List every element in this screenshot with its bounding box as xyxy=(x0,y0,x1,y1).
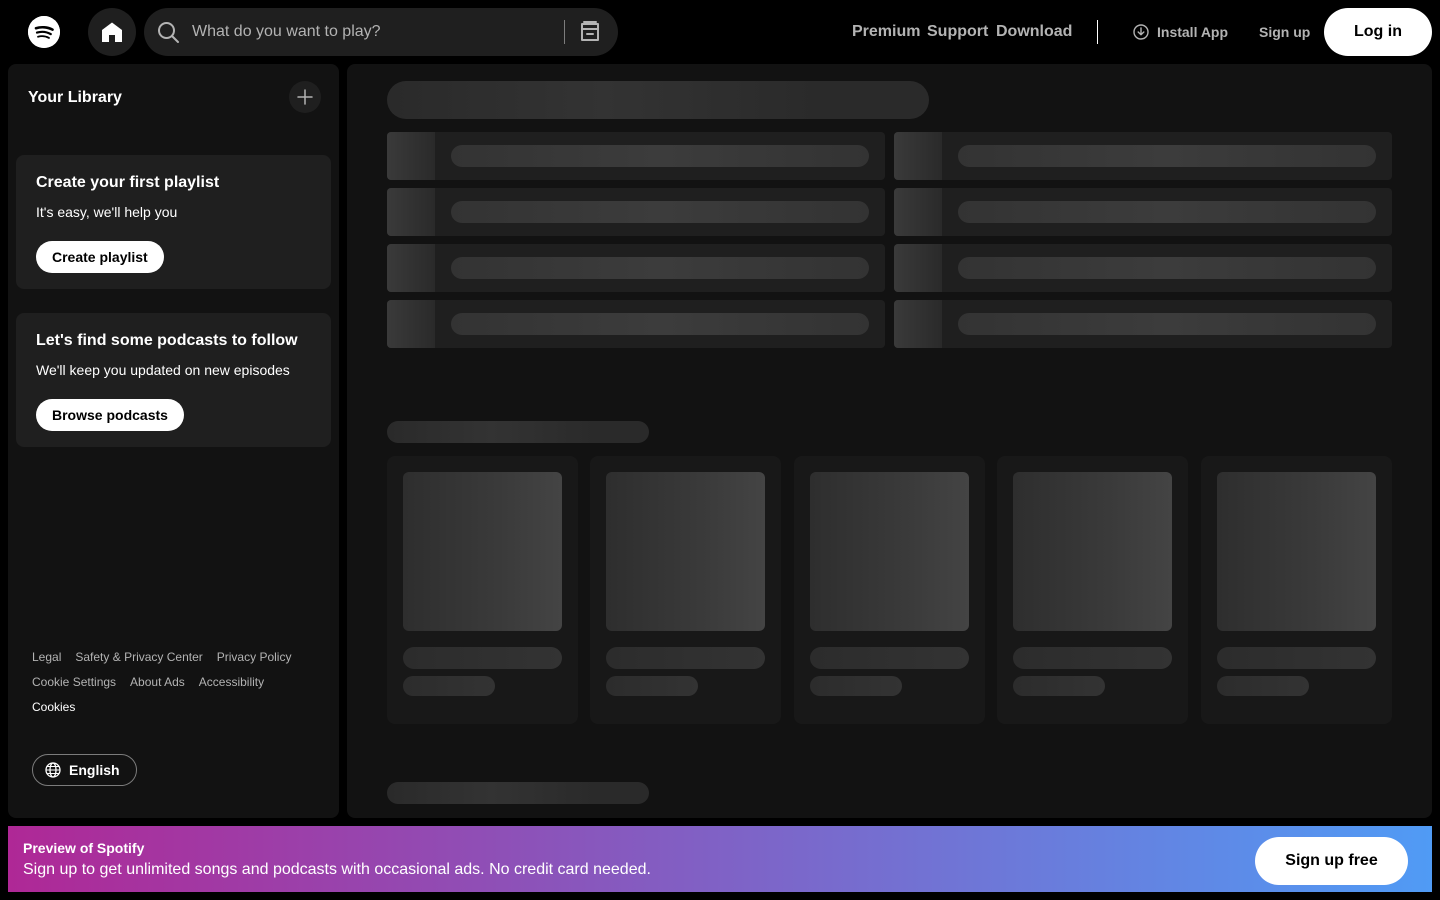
skeleton-row-card xyxy=(387,132,885,180)
home-icon xyxy=(102,22,122,42)
install-app-label: Install App xyxy=(1157,24,1229,40)
install-app-link[interactable]: Install App xyxy=(1133,22,1228,42)
search-bar[interactable] xyxy=(144,8,618,56)
skeleton-row-card xyxy=(387,300,885,348)
skeleton-card xyxy=(387,456,578,724)
skeleton-section-title xyxy=(387,421,649,443)
download-circle-icon xyxy=(1133,24,1149,40)
skeleton-section-title xyxy=(387,782,649,804)
banner-subtitle: Sign up to get unlimited songs and podca… xyxy=(23,861,651,878)
skeleton-row-card xyxy=(387,188,885,236)
log-in-button[interactable]: Log in xyxy=(1324,8,1432,56)
skeleton-heading xyxy=(387,81,929,119)
spotify-logo-icon[interactable] xyxy=(28,16,60,48)
skeleton-row-card xyxy=(894,300,1392,348)
browse-podcasts-title: Let's find some podcasts to follow xyxy=(36,332,298,349)
globe-icon xyxy=(45,762,61,778)
cookies-link[interactable]: Cookies xyxy=(32,700,75,715)
about-ads-link[interactable]: About Ads xyxy=(130,675,185,690)
browse-podcasts-button[interactable]: Browse podcasts xyxy=(36,399,184,431)
skeleton-card xyxy=(794,456,985,724)
skeleton-row-card xyxy=(387,244,885,292)
search-input[interactable] xyxy=(192,8,602,56)
safety-privacy-center-link[interactable]: Safety & Privacy Center xyxy=(75,650,202,665)
sign-up-free-button[interactable]: Sign up free xyxy=(1255,837,1408,885)
legal-links: Legal Safety & Privacy Center Privacy Po… xyxy=(32,650,322,725)
language-button[interactable]: English xyxy=(32,754,137,786)
accessibility-link[interactable]: Accessibility xyxy=(199,675,264,690)
skeleton-row-card xyxy=(894,132,1392,180)
main-content xyxy=(347,64,1432,818)
banner-title: Preview of Spotify xyxy=(23,840,145,856)
preview-banner[interactable]: Preview of Spotify Sign up to get unlimi… xyxy=(8,826,1432,892)
skeleton-row-card xyxy=(894,244,1392,292)
nav-divider xyxy=(1097,20,1098,44)
create-playlist-card: Create your first playlist It's easy, we… xyxy=(16,155,331,289)
browse-podcasts-card: Let's find some podcasts to follow We'll… xyxy=(16,313,331,447)
nav-premium-link[interactable]: Premium xyxy=(852,22,920,42)
create-playlist-subtitle: It's easy, we'll help you xyxy=(36,204,178,220)
skeleton-card xyxy=(997,456,1188,724)
create-playlist-title: Create your first playlist xyxy=(36,174,220,191)
top-bar: Premium Support Download Install App Sig… xyxy=(0,0,1440,64)
plus-icon xyxy=(297,89,313,105)
search-divider xyxy=(564,20,565,44)
nav-support-link[interactable]: Support xyxy=(927,22,988,42)
skeleton-row-card xyxy=(894,188,1392,236)
library-title[interactable]: Your Library xyxy=(28,88,122,108)
browse-icon[interactable] xyxy=(578,20,602,44)
create-playlist-button[interactable]: Create playlist xyxy=(36,241,164,273)
nav-download-link[interactable]: Download xyxy=(996,22,1072,42)
library-sidebar: Your Library Create your first playlist … xyxy=(8,64,339,818)
create-button[interactable] xyxy=(289,81,321,113)
legal-link[interactable]: Legal xyxy=(32,650,61,665)
skeleton-card xyxy=(1201,456,1392,724)
home-button[interactable] xyxy=(88,8,136,56)
search-icon xyxy=(158,22,179,43)
browse-podcasts-subtitle: We'll keep you updated on new episodes xyxy=(36,362,290,378)
language-label: English xyxy=(69,762,120,778)
cookie-settings-link[interactable]: Cookie Settings xyxy=(32,675,116,690)
skeleton-card xyxy=(590,456,781,724)
sign-up-link[interactable]: Sign up xyxy=(1259,22,1310,42)
privacy-policy-link[interactable]: Privacy Policy xyxy=(217,650,292,665)
